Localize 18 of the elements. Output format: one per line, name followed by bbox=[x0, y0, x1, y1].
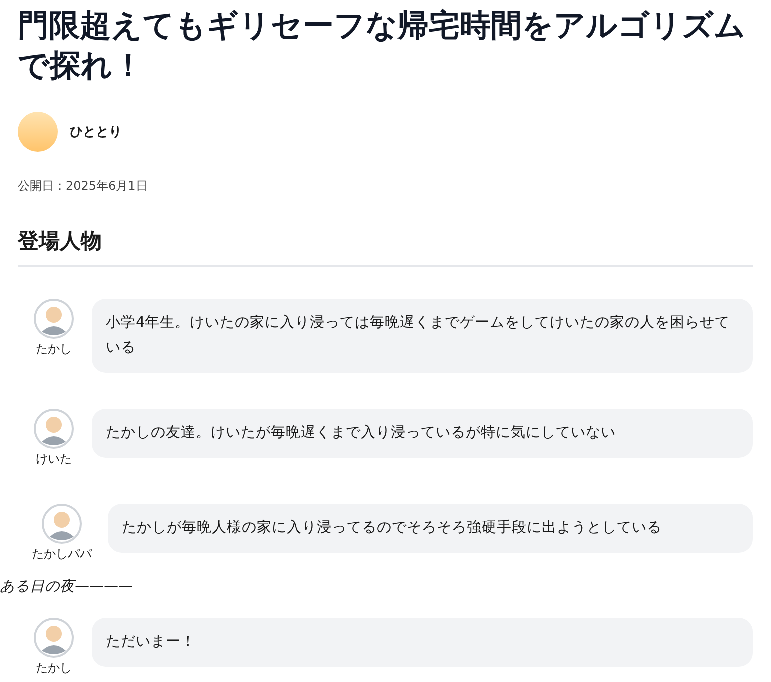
section-heading: 登場人物 bbox=[18, 227, 753, 267]
avatar-icon bbox=[34, 618, 74, 658]
speaker-name: たかしパパ bbox=[32, 546, 92, 563]
avatar-icon[interactable] bbox=[18, 112, 58, 152]
speaker-name: けいた bbox=[36, 451, 72, 468]
speech-bubble: ただいまー！ bbox=[92, 618, 753, 667]
speaker-name: たかし bbox=[36, 341, 72, 358]
speech-bubble: たかしの友達。けいたが毎晩遅くまで入り浸っているが特に気にしていない bbox=[92, 409, 753, 458]
speech-bubble: 小学4年生。けいたの家に入り浸っては毎晩遅くまでゲームをしてけいたの家の人を困らせている bbox=[92, 299, 753, 373]
author-name[interactable]: ひととり bbox=[70, 123, 122, 141]
publish-date: 公開日：2025年6月1日 bbox=[18, 178, 149, 195]
speech-bubble: たかしが毎晩人様の家に入り浸ってるのでそろそろ強硬手段に出ようとしている bbox=[108, 504, 753, 553]
avatar-icon bbox=[34, 299, 74, 339]
avatar-icon bbox=[42, 504, 82, 544]
narration-text: ある日の夜———— bbox=[0, 578, 134, 596]
article-title: 門限超えてもギリセーフな帰宅時間をアルゴリズムで探れ！ bbox=[18, 7, 747, 86]
avatar-icon bbox=[34, 409, 74, 449]
speaker-name: たかし bbox=[36, 660, 72, 677]
